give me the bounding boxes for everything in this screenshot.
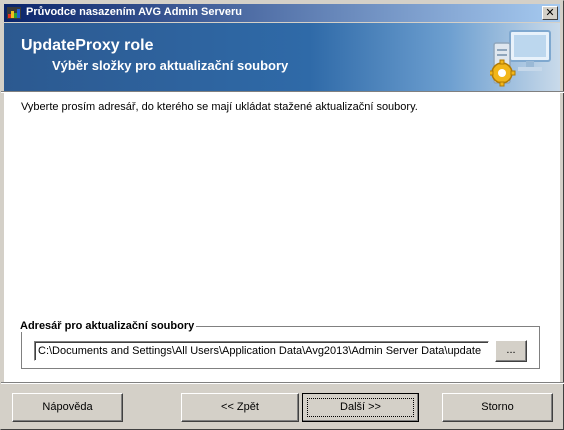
window-title: Průvodce nasazením AVG Admin Serveru bbox=[26, 6, 242, 18]
page-subtitle: Výběr složky pro aktualizační soubory bbox=[52, 58, 289, 73]
footer-divider bbox=[1, 382, 564, 384]
page-title: UpdateProxy role bbox=[21, 37, 154, 54]
wizard-content: Vyberte prosím adresář, do kterého se ma… bbox=[4, 93, 560, 382]
close-icon: ✕ bbox=[545, 7, 555, 19]
title-bar[interactable]: Průvodce nasazením AVG Admin Serveru ✕ bbox=[4, 4, 560, 22]
cancel-button[interactable]: Storno bbox=[442, 393, 553, 422]
wizard-header: UpdateProxy role Výběr složky pro aktual… bbox=[4, 23, 560, 91]
next-button[interactable]: Další >> bbox=[302, 393, 419, 422]
folder-group-label: Adresář pro aktualizační soubory bbox=[18, 320, 197, 332]
focus-rect bbox=[307, 398, 414, 417]
browse-button[interactable]: ... bbox=[495, 340, 527, 362]
close-button[interactable]: ✕ bbox=[542, 6, 558, 20]
update-folder-path-input[interactable]: C:\Documents and Settings\All Users\Appl… bbox=[34, 341, 489, 361]
wizard-window: Průvodce nasazením AVG Admin Serveru ✕ U… bbox=[0, 0, 564, 430]
instruction-text: Vyberte prosím adresář, do kterého se ma… bbox=[21, 101, 418, 113]
server-gear-monitor-icon bbox=[490, 30, 551, 87]
avg-app-icon bbox=[7, 7, 21, 19]
back-button[interactable]: << Zpět bbox=[181, 393, 299, 422]
help-button[interactable]: Nápověda bbox=[12, 393, 123, 422]
